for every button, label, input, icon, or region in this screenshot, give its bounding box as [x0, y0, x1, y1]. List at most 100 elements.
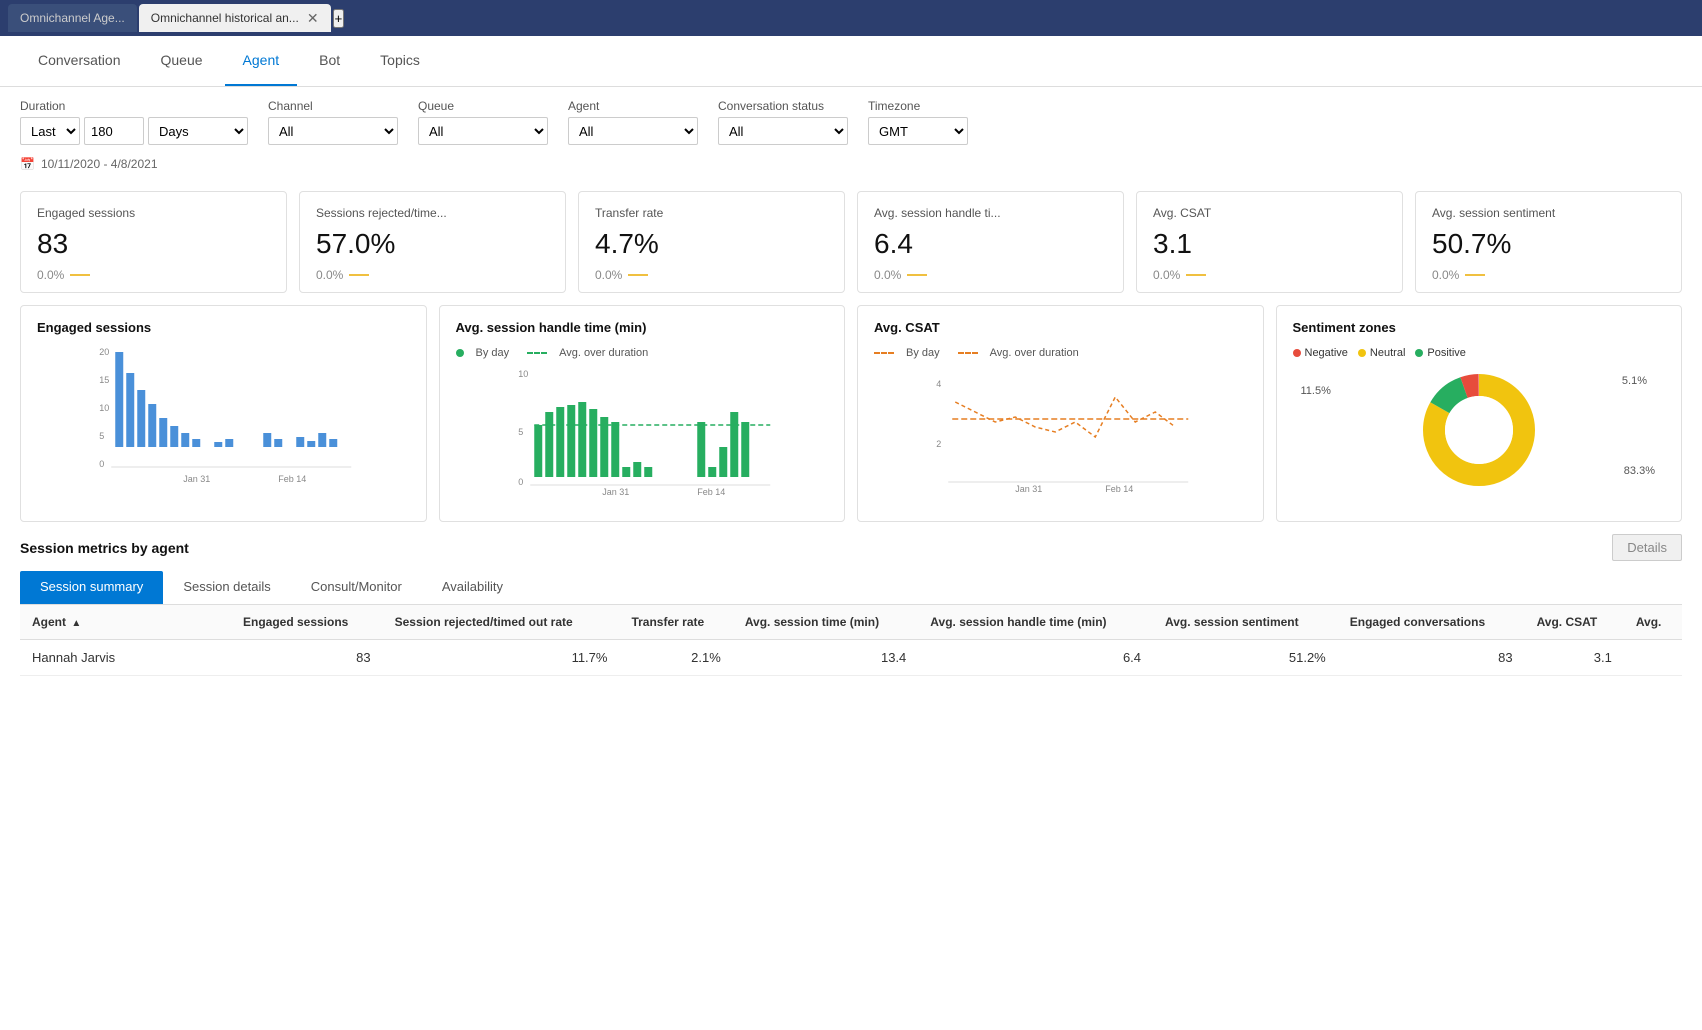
chart-sentiment-zones: Sentiment zones Negative Neutral Positiv… [1276, 305, 1683, 522]
agent-select[interactable]: All [568, 117, 698, 145]
donut-svg [1419, 370, 1539, 490]
chart-avg-handle-time-area: 10 5 0 [456, 367, 829, 507]
sentiment-legend: Negative Neutral Positive [1293, 347, 1666, 359]
legend-positive: Positive [1415, 347, 1466, 359]
legend-dot-by-day [456, 349, 464, 357]
timezone-label: Timezone [868, 99, 968, 113]
tab-conversation[interactable]: Conversation [20, 36, 139, 86]
subtab-availability[interactable]: Availability [422, 571, 523, 604]
duration-label: Duration [20, 99, 248, 113]
chart-avg-handle-time-title: Avg. session handle time (min) [456, 320, 829, 335]
timezone-filter: Timezone GMT [868, 99, 968, 145]
th-avg-senti-abbr: Avg. [1624, 605, 1682, 640]
kpi-footer-0: 0.0% [37, 268, 270, 282]
tab-agent[interactable]: Agent [225, 36, 298, 86]
subtabs: Session summary Session details Consult/… [20, 571, 1682, 605]
kpi-value-5: 50.7% [1432, 228, 1665, 260]
svg-text:Jan 31: Jan 31 [1015, 484, 1042, 494]
tab-topics[interactable]: Topics [362, 36, 438, 86]
kpi-trend-2 [628, 274, 648, 276]
svg-text:Feb 14: Feb 14 [278, 474, 306, 484]
kpi-title-2: Transfer rate [595, 206, 828, 220]
subtab-session-summary[interactable]: Session summary [20, 571, 163, 604]
kpi-footer-1: 0.0% [316, 268, 549, 282]
browser-tab-1[interactable]: Omnichannel Age... [8, 4, 137, 32]
svg-text:Jan 31: Jan 31 [183, 474, 210, 484]
positive-pct-label: 5.1% [1622, 375, 1647, 387]
legend-neutral-label: Neutral [1370, 347, 1405, 359]
cell-agent: Hannah Jarvis [20, 640, 231, 676]
duration-filter: Duration Last Days [20, 99, 248, 145]
kpi-title-5: Avg. session sentiment [1432, 206, 1665, 220]
kpi-value-0: 83 [37, 228, 270, 260]
duration-preset-select[interactable]: Last [20, 117, 80, 145]
chart-engaged-sessions-title: Engaged sessions [37, 320, 410, 335]
agent-label: Agent [568, 99, 698, 113]
add-tab-button[interactable]: + [333, 9, 345, 28]
channel-label: Channel [268, 99, 398, 113]
kpi-delta-4: 0.0% [1153, 268, 1180, 282]
svg-text:15: 15 [99, 375, 109, 385]
conv-status-label: Conversation status [718, 99, 848, 113]
kpi-delta-2: 0.0% [595, 268, 622, 282]
kpi-trend-5 [1465, 274, 1485, 276]
kpi-title-4: Avg. CSAT [1153, 206, 1386, 220]
sort-agent-icon[interactable]: ▲ [71, 618, 81, 629]
browser-tab-2[interactable]: Omnichannel historical an... ✕ [139, 4, 331, 32]
chart-avg-handle-time: Avg. session handle time (min) By day Av… [439, 305, 846, 522]
browser-tab-2-label: Omnichannel historical an... [151, 11, 299, 25]
th-avg-sentiment: Avg. session sentiment [1153, 605, 1338, 640]
channel-filter: Channel All [268, 99, 398, 145]
svg-text:5: 5 [518, 427, 523, 437]
close-tab-icon[interactable]: ✕ [307, 10, 319, 27]
svg-text:10: 10 [99, 403, 109, 413]
kpi-trend-1 [349, 274, 369, 276]
duration-value-input[interactable] [84, 117, 144, 145]
chart-avg-csat-area: 4 2 Jan 31 Feb 14 [874, 367, 1247, 507]
subtab-session-details[interactable]: Session details [163, 571, 290, 604]
th-agent: Agent ▲ [20, 605, 231, 640]
tab-queue[interactable]: Queue [143, 36, 221, 86]
th-avg-session-time: Avg. session time (min) [733, 605, 918, 640]
conv-status-select[interactable]: All [718, 117, 848, 145]
section-header: Session metrics by agent Details [20, 534, 1682, 561]
kpi-title-0: Engaged sessions [37, 206, 270, 220]
kpi-card-engaged-sessions: Engaged sessions 83 0.0% [20, 191, 287, 293]
legend-dashed-csat-avg [958, 352, 978, 354]
th-engaged-conversations: Engaged conversations [1338, 605, 1525, 640]
kpi-card-sessions-rejected: Sessions rejected/time... 57.0% 0.0% [299, 191, 566, 293]
table-wrapper: Agent ▲ Engaged sessions Session rejecte… [20, 605, 1682, 676]
svg-text:Feb 14: Feb 14 [1105, 484, 1133, 494]
th-transfer-rate: Transfer rate [619, 605, 732, 640]
avg-csat-svg: 4 2 Jan 31 Feb 14 [874, 367, 1247, 497]
negative-dot [1293, 349, 1301, 357]
legend-neutral: Neutral [1358, 347, 1405, 359]
chart-avg-handle-time-legend: By day Avg. over duration [456, 347, 829, 359]
tab-bot[interactable]: Bot [301, 36, 358, 86]
legend-negative: Negative [1293, 347, 1348, 359]
queue-select[interactable]: All [418, 117, 548, 145]
table-row: Hannah Jarvis 83 11.7% 2.1% 13.4 6.4 51.… [20, 640, 1682, 676]
legend-dashed-csat-day [874, 352, 894, 354]
kpi-trend-0 [70, 274, 90, 276]
kpi-row: Engaged sessions 83 0.0% Sessions reject… [0, 179, 1702, 305]
duration-unit-select[interactable]: Days [148, 117, 248, 145]
svg-text:5: 5 [99, 431, 104, 441]
timezone-select[interactable]: GMT [868, 117, 968, 145]
subtab-consult-monitor[interactable]: Consult/Monitor [291, 571, 422, 604]
details-button[interactable]: Details [1612, 534, 1682, 561]
th-session-rejected: Session rejected/timed out rate [383, 605, 620, 640]
cell-avg-session-time: 13.4 [733, 640, 918, 676]
conv-status-filter: Conversation status All [718, 99, 848, 145]
cell-session-rejected: 11.7% [383, 640, 620, 676]
positive-dot [1415, 349, 1423, 357]
channel-select[interactable]: All [268, 117, 398, 145]
session-table: Agent ▲ Engaged sessions Session rejecte… [20, 605, 1682, 676]
session-metrics: Session metrics by agent Details Session… [0, 534, 1702, 696]
svg-text:2: 2 [936, 439, 941, 449]
kpi-trend-3 [907, 274, 927, 276]
browser-tab-1-label: Omnichannel Age... [20, 11, 125, 25]
calendar-icon: 📅 [20, 157, 35, 171]
engaged-sessions-svg: 20 15 10 5 0 [37, 347, 410, 487]
kpi-card-avg-csat: Avg. CSAT 3.1 0.0% [1136, 191, 1403, 293]
